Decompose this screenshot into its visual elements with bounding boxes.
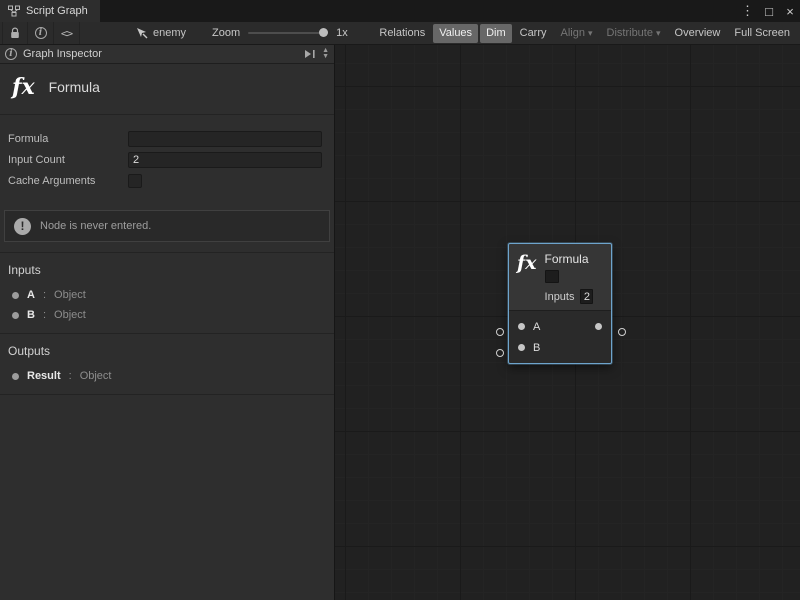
cache-arguments-checkbox[interactable] — [128, 174, 142, 188]
formula-node-header[interactable]: fx Formula Inputs 2 — [509, 244, 611, 310]
node-port-b-label: B — [533, 342, 540, 354]
node-inputs-label: Inputs — [545, 291, 575, 303]
formula-field-label: Formula — [8, 133, 128, 145]
node-input-count-field[interactable]: 2 — [580, 289, 593, 304]
lock-button[interactable] — [2, 22, 28, 44]
zoom-value: 1x — [336, 27, 348, 39]
formula-fx-icon: fx — [517, 252, 537, 304]
port-dot-icon — [12, 292, 19, 299]
warning-box: ! Node is never entered. — [4, 210, 330, 242]
formula-node[interactable]: fx Formula Inputs 2 A — [508, 243, 612, 364]
zoom-slider-thumb[interactable] — [319, 28, 328, 37]
external-port-left-a-icon[interactable] — [496, 328, 504, 336]
values-button[interactable]: Values — [433, 24, 478, 43]
zoom-label: Zoom — [212, 27, 240, 39]
input-count-input[interactable] — [128, 152, 322, 168]
zoom-control: Zoom 1x — [212, 27, 348, 39]
node-title: Formula — [545, 252, 594, 266]
chevron-down-icon: ▾ — [656, 28, 661, 38]
relations-button[interactable]: Relations — [373, 24, 431, 43]
kebab-menu-icon[interactable]: ⋮ — [741, 3, 754, 19]
graph-target-chip[interactable]: enemy — [136, 27, 186, 39]
unit-title-block: fx Formula — [0, 64, 334, 115]
external-port-right-result-icon[interactable] — [618, 328, 626, 336]
node-port-a-label: A — [533, 321, 540, 333]
toolbar-buttons: Relations Values Dim Carry Align▾ Distri… — [373, 22, 796, 44]
chevron-down-icon: ▾ — [588, 28, 593, 38]
panel-scroll-buttons[interactable]: ▲ ▼ — [322, 48, 329, 60]
zoom-slider[interactable] — [248, 32, 328, 34]
inputs-section: Inputs A : Object B : Object — [0, 252, 334, 333]
dock-right-icon[interactable] — [304, 49, 316, 59]
output-port-result-icon[interactable] — [595, 323, 602, 330]
output-port-result[interactable]: Result : Object — [0, 366, 334, 386]
node-ports: A B — [509, 310, 611, 363]
input-port-a[interactable]: A : Object — [0, 285, 334, 305]
cache-arguments-label: Cache Arguments — [8, 175, 128, 187]
graph-inspector-title: Graph Inspector — [23, 48, 102, 60]
graph-target-label: enemy — [153, 27, 186, 39]
unit-fields: Formula Input Count Cache Arguments — [0, 115, 334, 198]
unit-title-text: Formula — [49, 79, 100, 95]
close-icon[interactable]: × — [784, 4, 796, 19]
graph-inspector-header[interactable]: i Graph Inspector ▲ ▼ — [0, 45, 334, 64]
graph-inspector-panel: i Graph Inspector ▲ ▼ fx Formula Formula — [0, 45, 335, 600]
window-controls: ⋮ □ × — [741, 0, 796, 22]
node-port-row-a: A — [509, 316, 611, 337]
tab-script-graph[interactable]: Script Graph — [0, 0, 100, 22]
input-port-b-icon[interactable] — [518, 344, 525, 351]
port-dot-icon — [12, 312, 19, 319]
node-formula-input[interactable] — [545, 270, 559, 283]
input-count-label: Input Count — [8, 154, 128, 166]
inspector-toggle-button[interactable]: i — [28, 22, 54, 44]
edit-script-button[interactable]: <> — [54, 22, 80, 44]
scroll-down-icon[interactable]: ▼ — [322, 54, 329, 60]
dim-button[interactable]: Dim — [480, 24, 512, 43]
graph-owner-icon — [136, 27, 148, 39]
script-graph-icon — [8, 5, 20, 17]
info-icon: i — [5, 48, 17, 60]
info-icon: i — [35, 27, 47, 39]
lock-icon — [10, 27, 20, 39]
distribute-dropdown[interactable]: Distribute▾ — [601, 24, 667, 43]
tab-label: Script Graph — [26, 5, 88, 17]
formula-fx-icon: fx — [12, 74, 35, 100]
unity-script-graph-window: Script Graph ⋮ □ × i <> enemy — [0, 0, 800, 600]
graph-toolbar: i <> enemy Zoom 1x Relations Values Dim … — [0, 22, 800, 45]
input-port-b[interactable]: B : Object — [0, 305, 334, 325]
warning-icon: ! — [14, 218, 31, 235]
input-port-a-icon[interactable] — [518, 323, 525, 330]
formula-input[interactable] — [128, 131, 322, 147]
node-port-row-b: B — [509, 337, 611, 358]
external-port-left-b-icon[interactable] — [496, 349, 504, 357]
outputs-heading: Outputs — [0, 340, 334, 366]
inputs-heading: Inputs — [0, 259, 334, 285]
maximize-icon[interactable]: □ — [763, 4, 775, 19]
overview-button[interactable]: Overview — [669, 24, 727, 43]
align-dropdown[interactable]: Align▾ — [555, 24, 599, 43]
port-dot-icon — [12, 373, 19, 380]
full-screen-button[interactable]: Full Screen — [728, 24, 796, 43]
carry-button[interactable]: Carry — [514, 24, 553, 43]
graph-canvas[interactable]: fx Formula Inputs 2 A — [335, 45, 800, 600]
code-icon: <> — [61, 27, 72, 40]
outputs-section: Outputs Result : Object — [0, 333, 334, 395]
warning-text: Node is never entered. — [40, 220, 151, 232]
tab-bar: Script Graph ⋮ □ × — [0, 0, 800, 22]
